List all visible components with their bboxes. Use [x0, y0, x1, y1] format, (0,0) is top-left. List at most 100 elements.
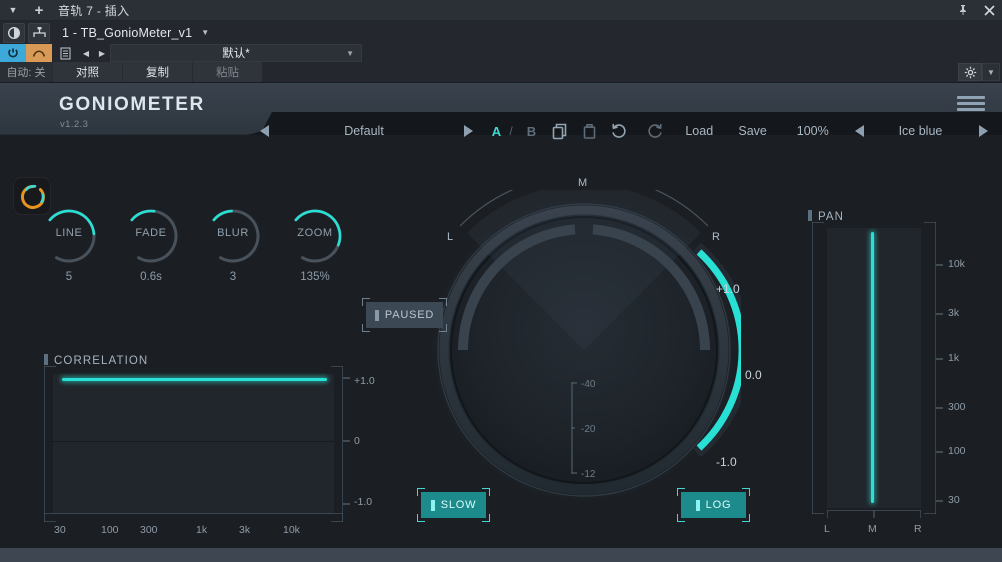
save-button[interactable]: Save	[723, 112, 783, 150]
pan-xtick-1: M	[868, 523, 877, 535]
undo-icon[interactable]	[604, 112, 633, 150]
goniometer-display[interactable]: -40 -20 -12	[427, 190, 741, 504]
correlation-zero-line	[53, 441, 334, 442]
correlation-xtick-4: 3k	[239, 524, 250, 536]
triangle-left-icon	[260, 125, 269, 137]
ab-b-button[interactable]: B	[517, 112, 546, 150]
ab-separator-label: /	[509, 124, 512, 138]
panel-tick-icon	[44, 354, 48, 365]
chevron-down-icon[interactable]: ▼	[201, 28, 209, 37]
svg-text:-12: -12	[581, 469, 596, 480]
application-window: ▼ + 音轨 7 - 插入 1 - TB_GonioMeter_v1 ▼	[0, 0, 1002, 562]
ab-separator: /	[505, 112, 517, 150]
knob-value-arc	[214, 211, 232, 220]
svg-text:-20: -20	[581, 424, 596, 435]
svg-text:-40: -40	[581, 379, 596, 390]
correlation-ytick-1: 0	[354, 435, 360, 447]
slow-indicator	[431, 500, 435, 511]
pan-trace	[871, 232, 874, 503]
pan-plot[interactable]	[827, 228, 921, 508]
close-icon[interactable]	[976, 0, 1002, 21]
correlation-plot[interactable]	[53, 374, 334, 514]
paused-indicator	[375, 310, 379, 321]
hamburger-menu-icon[interactable]	[957, 96, 985, 110]
correlation-xtick-5: 10k	[283, 524, 300, 536]
copy-ab-icon[interactable]	[546, 112, 575, 150]
load-button[interactable]: Load	[676, 112, 723, 150]
gonio-label-mid: M	[578, 177, 587, 189]
caret-down-icon[interactable]: ▼	[0, 0, 26, 21]
log-button[interactable]: LOG	[681, 492, 746, 518]
pan-ytick-3: 300	[948, 401, 966, 413]
preset-next-button[interactable]	[449, 112, 488, 150]
pan-ytick-0: 10k	[948, 258, 965, 270]
slow-button[interactable]: SLOW	[421, 492, 486, 518]
gonio-label-right: R	[712, 231, 720, 243]
slow-label: SLOW	[441, 499, 477, 511]
power-icon[interactable]	[0, 44, 26, 62]
pan-ytick-2: 1k	[948, 352, 959, 364]
host-preset-field[interactable]: 默认* ▼	[110, 44, 362, 62]
pan-xtick-0: L	[824, 523, 830, 535]
knob-blur[interactable]: BLUR3	[202, 205, 264, 267]
pan-x-axis	[827, 510, 921, 518]
routing-icon[interactable]	[28, 23, 50, 43]
knob-line[interactable]: LINE5	[38, 205, 100, 267]
log-label: LOG	[706, 499, 732, 511]
knob-value: 0.6s	[112, 271, 190, 283]
knob-label: FADE	[120, 227, 182, 239]
ab-a-button[interactable]: A	[488, 112, 505, 150]
ab-a-label: A	[492, 124, 501, 139]
knob-fade[interactable]: FADE0.6s	[120, 205, 182, 267]
preset-prev-button[interactable]	[250, 112, 279, 150]
panel-tick-icon	[808, 210, 812, 221]
plus-icon[interactable]: +	[26, 0, 52, 21]
gonio-scale-plus1: +1.0	[716, 282, 740, 296]
correlation-trace	[62, 378, 327, 381]
redo-icon[interactable]	[633, 112, 676, 150]
knob-zoom[interactable]: ZOOM135%	[284, 205, 346, 267]
gear-icon[interactable]	[958, 63, 982, 81]
host-preset-row: ◀ ▶ 默认* ▼	[0, 44, 1002, 62]
host-plugin-slot-row: 1 - TB_GonioMeter_v1 ▼	[0, 21, 1002, 44]
correlation-x-axis	[44, 513, 343, 522]
preset-list-icon[interactable]	[52, 44, 78, 62]
pan-xtick-2: R	[914, 523, 922, 535]
skin-next-button[interactable]	[965, 112, 1002, 150]
preset-prev-icon[interactable]: ◀	[78, 44, 94, 62]
titlebar-buttons	[950, 0, 1002, 21]
pin-icon[interactable]	[950, 0, 976, 21]
triangle-left-icon	[855, 125, 864, 137]
log-indicator	[696, 500, 700, 511]
settings-dropdown-icon[interactable]: ▼	[982, 63, 1000, 81]
correlation-xtick-0: 30	[54, 524, 66, 536]
plugin-toolbar: Default A / B Load Save 100% Ice b	[250, 112, 1002, 150]
knob-label: LINE	[38, 227, 100, 239]
triangle-right-icon	[979, 125, 988, 137]
knob-value: 3	[194, 271, 272, 283]
host-action-row: 自动: 关 对照 复制 粘贴 ▼	[0, 62, 1002, 83]
preset-name[interactable]: Default	[279, 112, 449, 150]
triangle-right-icon	[464, 125, 473, 137]
host-preset-value: 默认*	[222, 45, 249, 61]
knob-value: 135%	[276, 271, 354, 283]
copy-button[interactable]: 复制	[122, 62, 192, 82]
chevron-down-icon[interactable]: ▼	[346, 49, 354, 58]
plugin-slot-name[interactable]: 1 - TB_GonioMeter_v1	[62, 26, 192, 40]
compare-button[interactable]: 对照	[52, 62, 122, 82]
bypass-dot-icon[interactable]	[3, 23, 25, 43]
hamburger-line	[957, 108, 985, 111]
preset-next-icon[interactable]: ▶	[94, 44, 110, 62]
skin-name[interactable]: Ice blue	[876, 112, 965, 150]
gonio-scale-zero: 0.0	[745, 368, 762, 382]
correlation-xtick-2: 300	[140, 524, 158, 536]
correlation-xtick-1: 100	[101, 524, 119, 536]
zoom-level-value[interactable]: 100%	[783, 112, 843, 150]
skin-prev-button[interactable]	[843, 112, 876, 150]
paste-button[interactable]: 粘贴	[192, 62, 262, 82]
ab-b-label: B	[527, 124, 536, 139]
paused-button[interactable]: PAUSED	[366, 302, 443, 328]
automation-icon[interactable]	[26, 44, 52, 62]
paste-ab-icon[interactable]	[575, 112, 604, 150]
host-titlebar: ▼ + 音轨 7 - 插入	[0, 0, 1002, 21]
